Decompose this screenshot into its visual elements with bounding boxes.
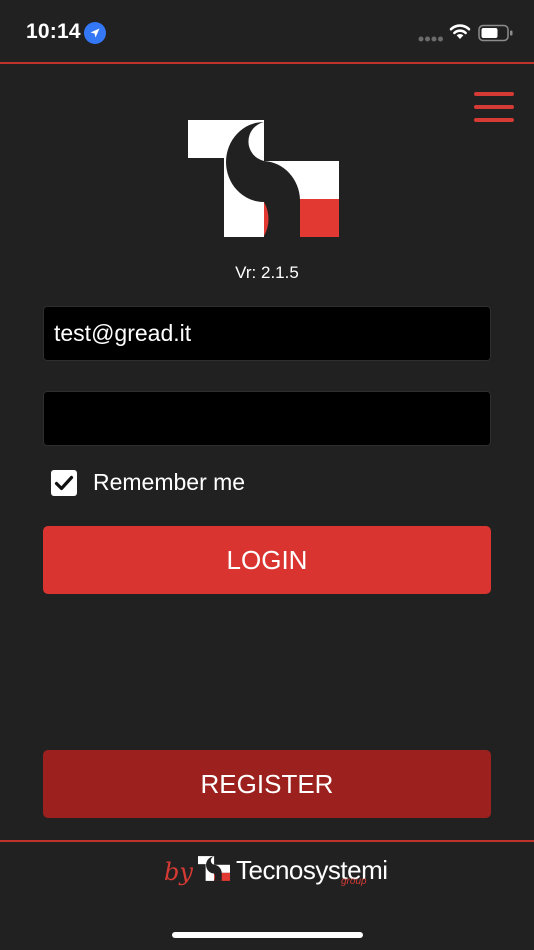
- footer-by-text: by: [164, 858, 193, 886]
- ts-logo-icon: [188, 120, 339, 237]
- tecnosystemi-logo-icon: [198, 856, 230, 881]
- checkmark-icon: [54, 475, 74, 491]
- app-version: Vr: 2.1.5: [235, 263, 299, 282]
- password-input[interactable]: [44, 392, 490, 445]
- location-arrow-icon: [84, 22, 106, 44]
- email-input[interactable]: [44, 307, 490, 360]
- remember-me-checkbox[interactable]: [51, 470, 77, 496]
- wifi-icon: [449, 24, 471, 39]
- login-screen: 10:14 Vr: 2.1.5 test@gread.it Remember m…: [0, 0, 534, 950]
- login-button[interactable]: LOGIN: [43, 526, 491, 594]
- hamburger-menu-icon[interactable]: [472, 90, 516, 124]
- status-bar: 10:14: [0, 0, 534, 63]
- register-button[interactable]: REGISTER: [43, 750, 491, 818]
- top-divider: [0, 62, 534, 64]
- bottom-divider: [0, 840, 534, 842]
- status-time: 10:14: [26, 20, 81, 43]
- battery-icon: [478, 24, 513, 42]
- home-indicator: [172, 932, 363, 938]
- email-field[interactable]: [43, 306, 491, 361]
- footer-group: group: [341, 876, 367, 887]
- password-field[interactable]: [43, 391, 491, 446]
- cellular-signal-icon: [418, 36, 443, 42]
- remember-me-label[interactable]: Remember me: [93, 469, 245, 496]
